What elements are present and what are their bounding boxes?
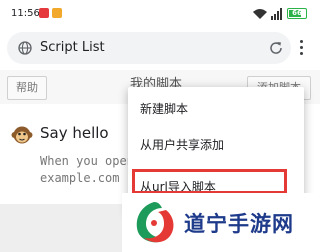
notification-app-icon-2 [52, 8, 62, 18]
wifi-icon [253, 9, 267, 19]
status-bar: 11:56 66 [0, 0, 320, 30]
battery-icon: 66 [287, 8, 307, 19]
more-vert-icon[interactable] [296, 40, 306, 58]
signal-icon [271, 8, 282, 20]
globe-icon [18, 41, 32, 55]
monkey-icon [11, 126, 33, 144]
address-bar[interactable]: Script List [7, 32, 291, 64]
watermark-text: 道宁手游网 [184, 212, 294, 236]
help-button[interactable]: 帮助 [7, 76, 47, 100]
address-text: Script List [40, 40, 105, 55]
script-description: When you open example.com [40, 154, 134, 185]
battery-level: 66 [292, 9, 302, 17]
watermark-logo-icon [136, 202, 174, 243]
reload-icon[interactable] [268, 40, 284, 56]
menu-item-label: 从用户共享添加 [140, 138, 225, 152]
notification-app-icon [39, 8, 49, 18]
menu-item-new-script[interactable]: 新建脚本 [128, 89, 304, 125]
highlight-box [132, 169, 287, 194]
status-time: 11:56 [11, 8, 40, 19]
menu-item-label: 新建脚本 [140, 102, 189, 116]
menu-item-add-from-shared[interactable]: 从用户共享添加 [128, 125, 304, 161]
script-name: Say hello [40, 124, 109, 142]
